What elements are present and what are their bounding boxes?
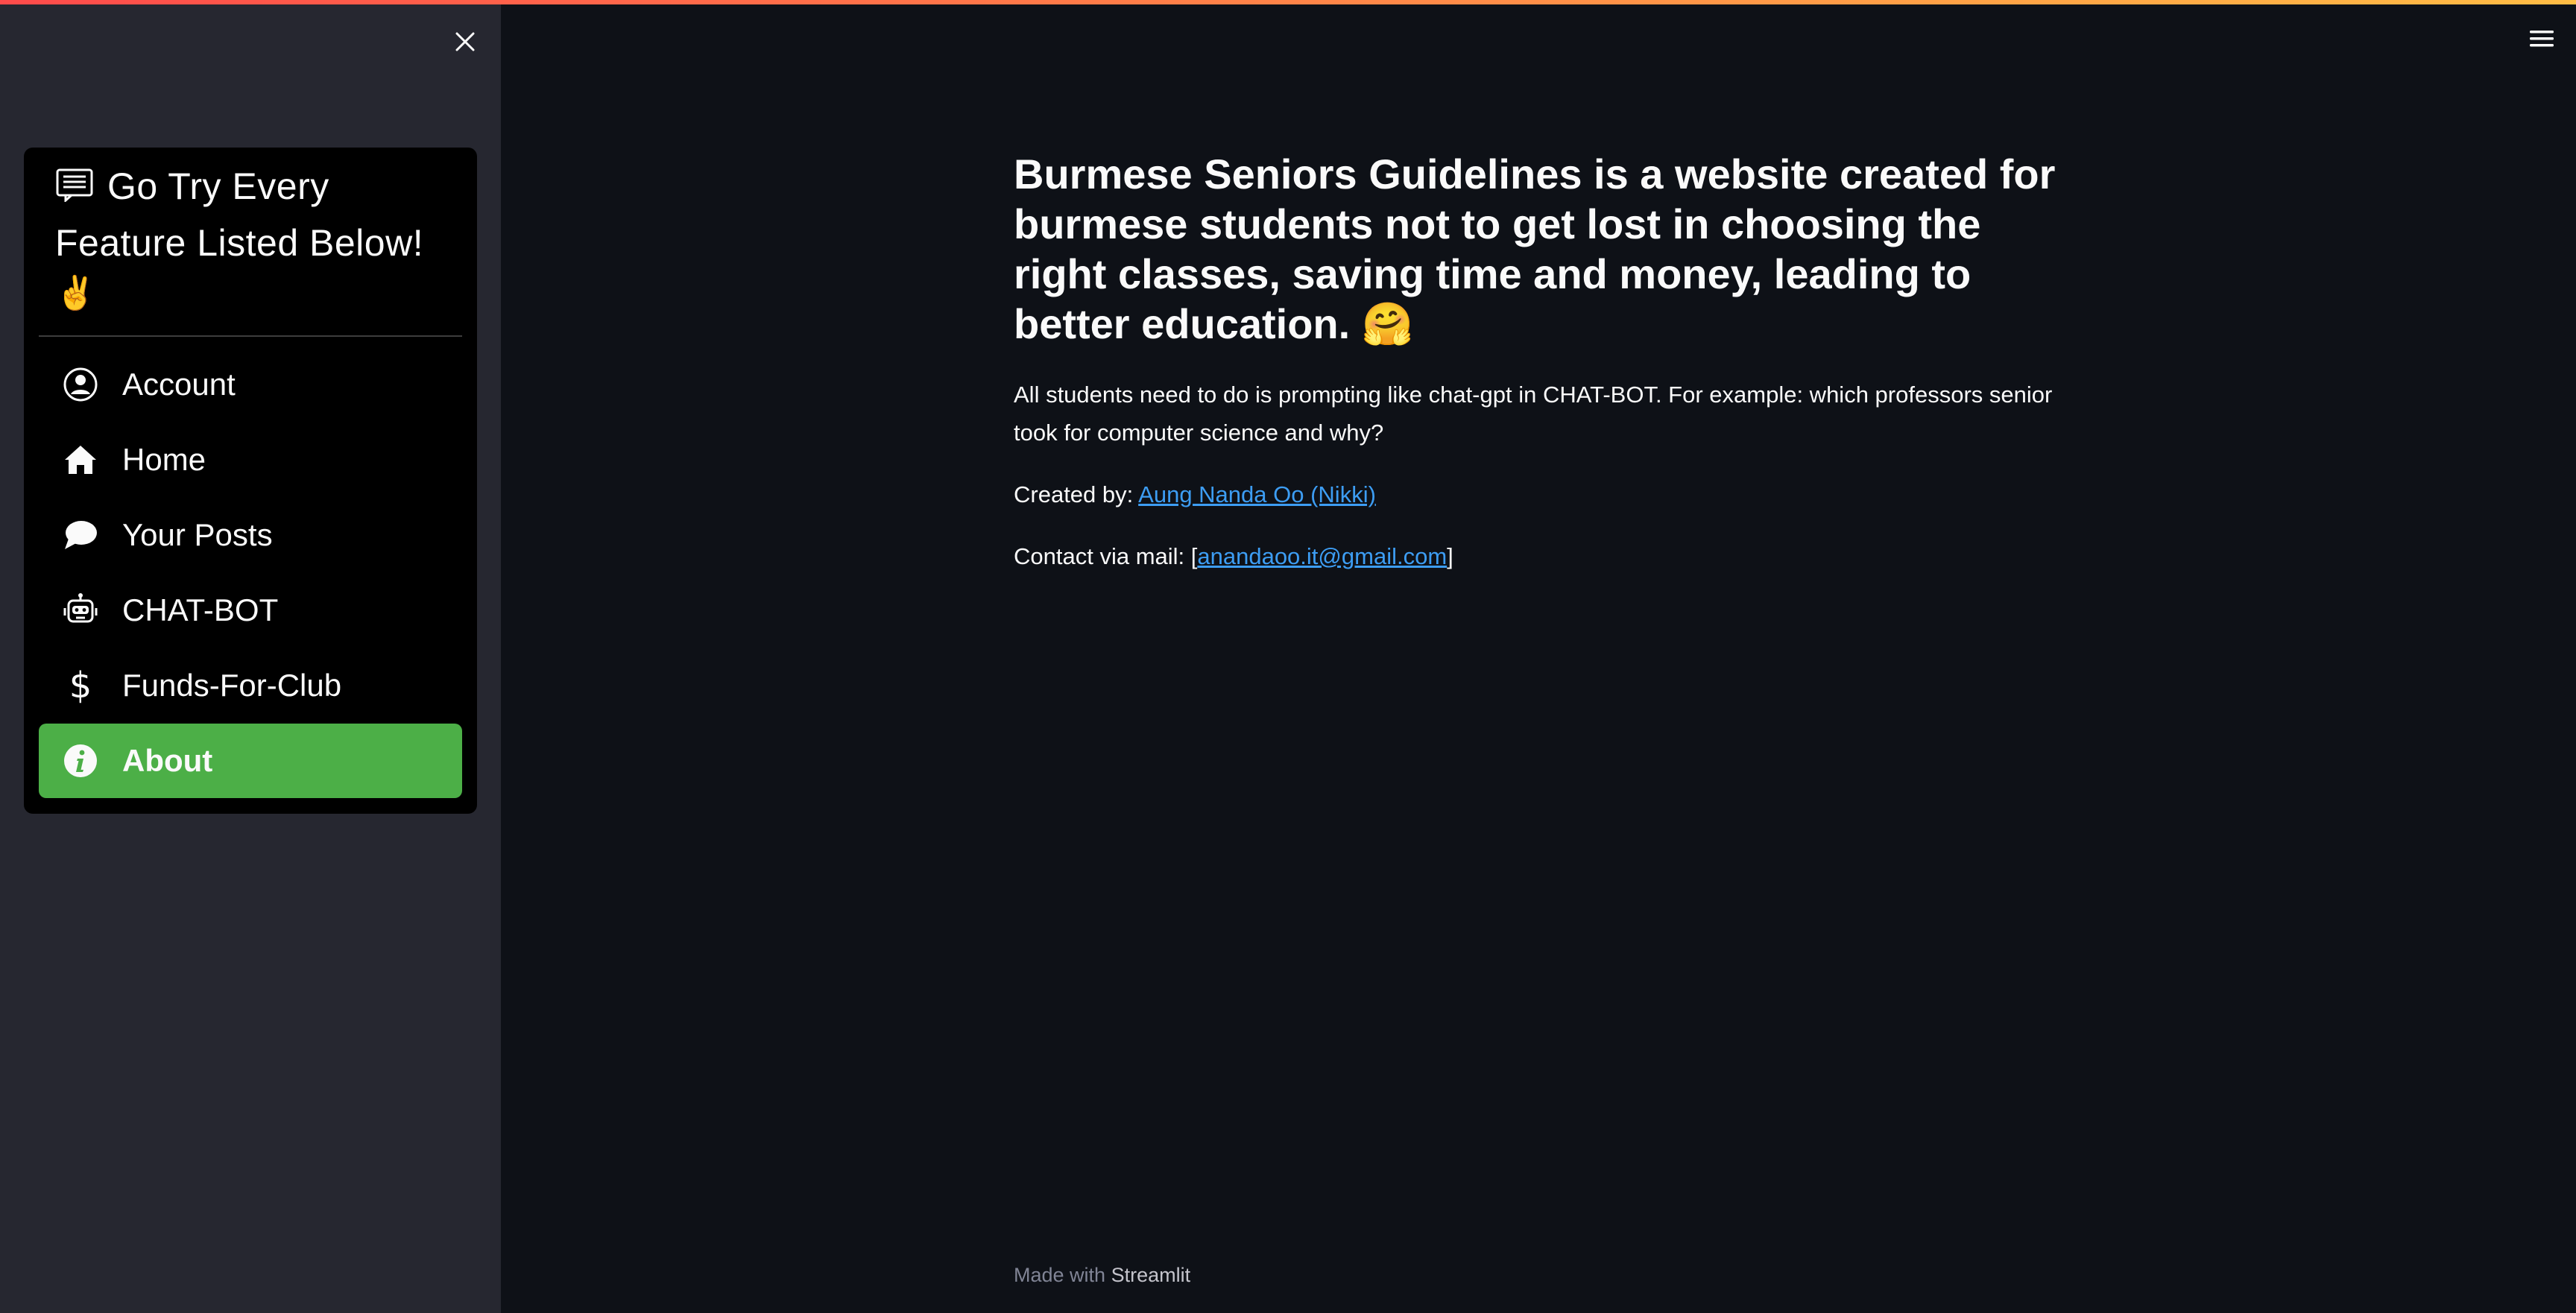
sidebar-item-home[interactable]: Home [39,423,462,497]
contact-suffix: ] [1447,543,1453,569]
main-menu-button[interactable] [2524,21,2560,57]
close-icon [455,32,475,51]
footer-prefix: Made with [1014,1264,1111,1286]
email-link[interactable]: anandaoo.it@gmail.com [1197,543,1447,569]
sidebar-item-about[interactable]: About [39,724,462,798]
streamlit-link[interactable]: Streamlit [1111,1264,1191,1286]
sidebar-item-account[interactable]: Account [39,347,462,422]
intro-paragraph: All students need to do is prompting lik… [1014,382,2053,446]
house-icon [61,440,100,479]
chat-bubble-icon [61,516,100,554]
victory-hand-emoji: ✌️ [55,275,97,311]
person-circle-icon [61,365,100,404]
sidebar: Go Try Every Feature Listed Below! ✌️ Ac… [0,0,501,1313]
created-by-label: Created by: [1014,481,1139,507]
robot-icon [61,591,100,630]
page-headline: Burmese Seniors Guidelines is a website … [1014,151,2056,347]
about-section: Burmese Seniors Guidelines is a website … [1014,149,2072,575]
contact-label: Contact via mail: [ [1014,543,1198,569]
creator-link[interactable]: Aung Nanda Oo (Nikki) [1138,481,1376,507]
menu-divider [39,335,462,337]
footer: Made with Streamlit [1014,1264,1190,1287]
sidebar-item-your-posts[interactable]: Your Posts [39,498,462,572]
dollar-icon: $ [69,665,92,706]
hamburger-icon [2530,31,2554,47]
top-decoration-bar [0,0,2576,4]
sidebar-item-label: Account [122,367,236,402]
sidebar-item-funds-for-club[interactable]: $ Funds-For-Club [39,648,462,723]
created-by-line: Created by: Aung Nanda Oo (Nikki) [1014,475,2072,513]
sidebar-item-label: Your Posts [122,517,273,552]
sidebar-item-label: CHAT-BOT [122,592,279,627]
option-menu: Go Try Every Feature Listed Below! ✌️ Ac… [24,148,477,814]
sidebar-item-label: Home [122,442,206,477]
close-sidebar-button[interactable] [446,22,484,61]
sidebar-item-label: Funds-For-Club [122,668,342,703]
sidebar-item-label: About [122,743,213,778]
info-circle-icon [61,741,100,780]
menu-title: Go Try Every Feature Listed Below! ✌️ [55,159,458,317]
newspaper-icon [55,162,94,216]
menu-title-text: Go Try Every Feature Listed Below! [55,165,424,264]
sidebar-item-chat-bot[interactable]: CHAT-BOT [39,573,462,648]
contact-line: Contact via mail: [anandaoo.it@gmail.com… [1014,537,2072,575]
app-root: Go Try Every Feature Listed Below! ✌️ Ac… [0,0,2576,1313]
main-content: Burmese Seniors Guidelines is a website … [501,0,2576,1313]
